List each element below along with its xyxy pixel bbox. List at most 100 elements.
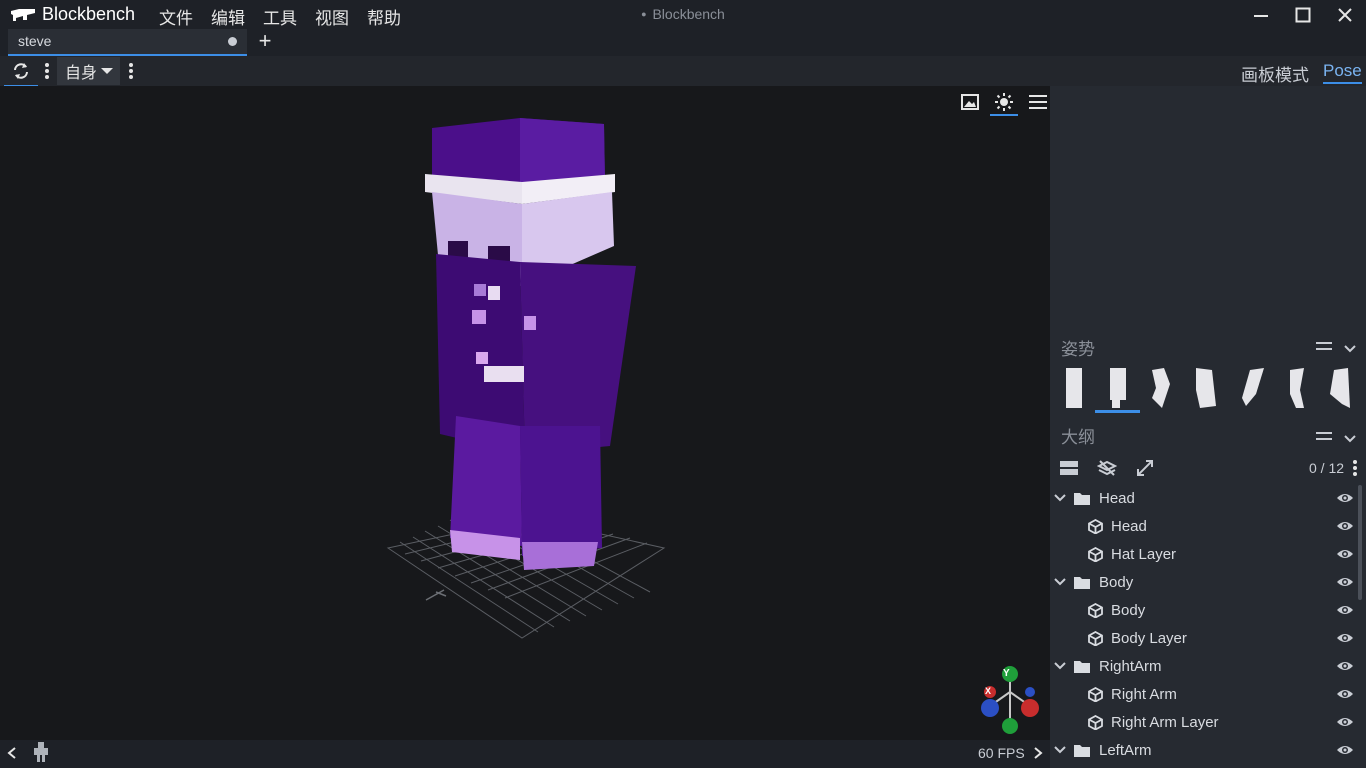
outliner-cube-body-layer[interactable]: Body Layer — [1050, 624, 1354, 652]
toggle-layers-button[interactable] — [1096, 458, 1118, 481]
outliner-group-head[interactable]: Head — [1050, 484, 1354, 512]
rotate-tool-button[interactable] — [4, 57, 38, 87]
menu-bar: 文件 编辑 工具 视图 帮助 — [150, 2, 410, 31]
eye-icon[interactable] — [1336, 518, 1354, 534]
transform-space-value: 自身 — [65, 65, 98, 82]
fps-counter: 60 FPS — [978, 745, 1025, 761]
status-prev-button[interactable] — [6, 746, 18, 763]
mode-pose-tab[interactable]: Pose — [1323, 61, 1362, 84]
status-next-button[interactable] — [1032, 746, 1044, 763]
eye-icon[interactable] — [1336, 546, 1354, 562]
outliner-label: Head — [1111, 517, 1147, 535]
outliner-label: Body Layer — [1111, 629, 1187, 647]
menu-tools[interactable]: 工具 — [254, 2, 306, 31]
outliner-cube-head[interactable]: Head — [1050, 512, 1354, 540]
menu-help[interactable]: 帮助 — [358, 2, 410, 31]
outliner-label: Hat Layer — [1111, 545, 1177, 563]
chevron-down-icon[interactable] — [1054, 578, 1066, 586]
chevron-down-icon[interactable] — [1054, 494, 1066, 502]
tool-options-button[interactable] — [40, 57, 54, 85]
eye-icon[interactable] — [1336, 630, 1354, 646]
outliner-cube-right-arm-layer[interactable]: Right Arm Layer — [1050, 708, 1354, 736]
outliner-more-button[interactable] — [1353, 460, 1357, 479]
viewport-menu-button[interactable] — [1024, 90, 1052, 114]
sidebar-empty-area — [1050, 86, 1366, 330]
new-tab-button[interactable]: + — [256, 29, 274, 54]
selection-counter: 0 / 12 — [1309, 460, 1345, 476]
pose-preset-list — [1060, 364, 1360, 414]
chevron-left-icon — [7, 747, 16, 759]
cube-icon — [1088, 518, 1103, 534]
menu-edit[interactable]: 编辑 — [202, 2, 254, 31]
chevron-right-icon — [1034, 747, 1043, 759]
tab-steve[interactable]: steve — [8, 29, 247, 56]
outliner-title: 大纲 — [1061, 428, 1095, 447]
folder-stack-icon — [1060, 461, 1078, 475]
viewport-tools — [956, 90, 1052, 116]
cube-icon — [1088, 686, 1103, 702]
menu-file[interactable]: 文件 — [150, 2, 202, 31]
player-model-button[interactable] — [34, 742, 48, 765]
pose-panel-menu[interactable] — [1316, 338, 1332, 354]
menu-icon — [1029, 95, 1047, 109]
image-icon — [961, 94, 979, 110]
chevron-down-icon[interactable] — [1054, 746, 1066, 754]
minimize-icon — [1254, 14, 1268, 17]
transform-space-select[interactable]: 自身 — [57, 57, 120, 85]
folder-icon — [1074, 660, 1090, 673]
eye-icon[interactable] — [1336, 742, 1354, 758]
maximize-button[interactable] — [1282, 0, 1324, 29]
outliner-group-body[interactable]: Body — [1050, 568, 1354, 596]
steve-model — [425, 118, 636, 570]
menu-view[interactable]: 视图 — [306, 2, 358, 31]
eye-icon[interactable] — [1336, 686, 1354, 702]
person-icon — [34, 742, 48, 762]
eye-icon[interactable] — [1336, 658, 1354, 674]
eye-icon[interactable] — [1336, 602, 1354, 618]
outliner-cube-hat-layer[interactable]: Hat Layer — [1050, 540, 1354, 568]
lighting-button[interactable] — [990, 90, 1018, 116]
outliner-label: Head — [1099, 489, 1135, 507]
unsaved-dot-icon[interactable] — [228, 37, 237, 46]
expand-icon — [1137, 460, 1153, 476]
chevron-down-icon[interactable] — [1054, 662, 1066, 670]
outliner-group-leftarm[interactable]: LeftArm — [1050, 736, 1354, 764]
outliner-cube-right-arm[interactable]: Right Arm — [1050, 680, 1354, 708]
toolbar — [0, 56, 1366, 86]
outliner-label: LeftArm — [1099, 741, 1152, 759]
sun-icon — [995, 93, 1013, 111]
chevron-down-icon — [1344, 435, 1356, 443]
app-logo[interactable]: Blockbench — [10, 4, 135, 24]
expand-all-button[interactable] — [1136, 459, 1154, 480]
cube-icon — [1088, 602, 1103, 618]
minimize-button[interactable] — [1240, 0, 1282, 29]
eye-icon[interactable] — [1336, 490, 1354, 506]
toolbar-more-button[interactable] — [124, 57, 138, 85]
mode-paint-tab[interactable]: 画板模式 — [1241, 61, 1309, 86]
maximize-icon — [1295, 7, 1311, 22]
outliner-label: Body — [1111, 601, 1146, 619]
more-vertical-icon — [45, 63, 49, 79]
outliner-label: Body — [1099, 573, 1134, 591]
pose-preset-icons — [1066, 368, 1350, 413]
cube-icon — [1088, 630, 1103, 646]
outliner-menu[interactable] — [1316, 428, 1332, 444]
screenshot-button[interactable] — [956, 90, 984, 114]
folder-icon — [1074, 576, 1090, 589]
rotate-icon — [14, 63, 28, 79]
more-vertical-icon — [1353, 460, 1357, 476]
outliner-group-rightarm[interactable]: RightArm — [1050, 652, 1354, 680]
outliner-cube-body[interactable]: Body — [1050, 596, 1354, 624]
pose-panel-title: 姿势 — [1061, 340, 1095, 359]
close-icon — [1338, 7, 1352, 22]
eye-icon[interactable] — [1336, 574, 1354, 590]
close-window-button[interactable] — [1324, 0, 1366, 29]
3d-viewport[interactable] — [0, 86, 1050, 740]
pose-panel-collapse[interactable] — [1344, 340, 1356, 356]
eye-icon[interactable] — [1336, 714, 1354, 730]
gizmo-y-label: Y — [1003, 668, 1010, 679]
add-group-button[interactable] — [1060, 460, 1078, 479]
outliner-collapse[interactable] — [1344, 430, 1356, 446]
gizmo-x-label: X — [985, 686, 992, 696]
outliner-scrollbar-thumb[interactable] — [1358, 485, 1362, 600]
